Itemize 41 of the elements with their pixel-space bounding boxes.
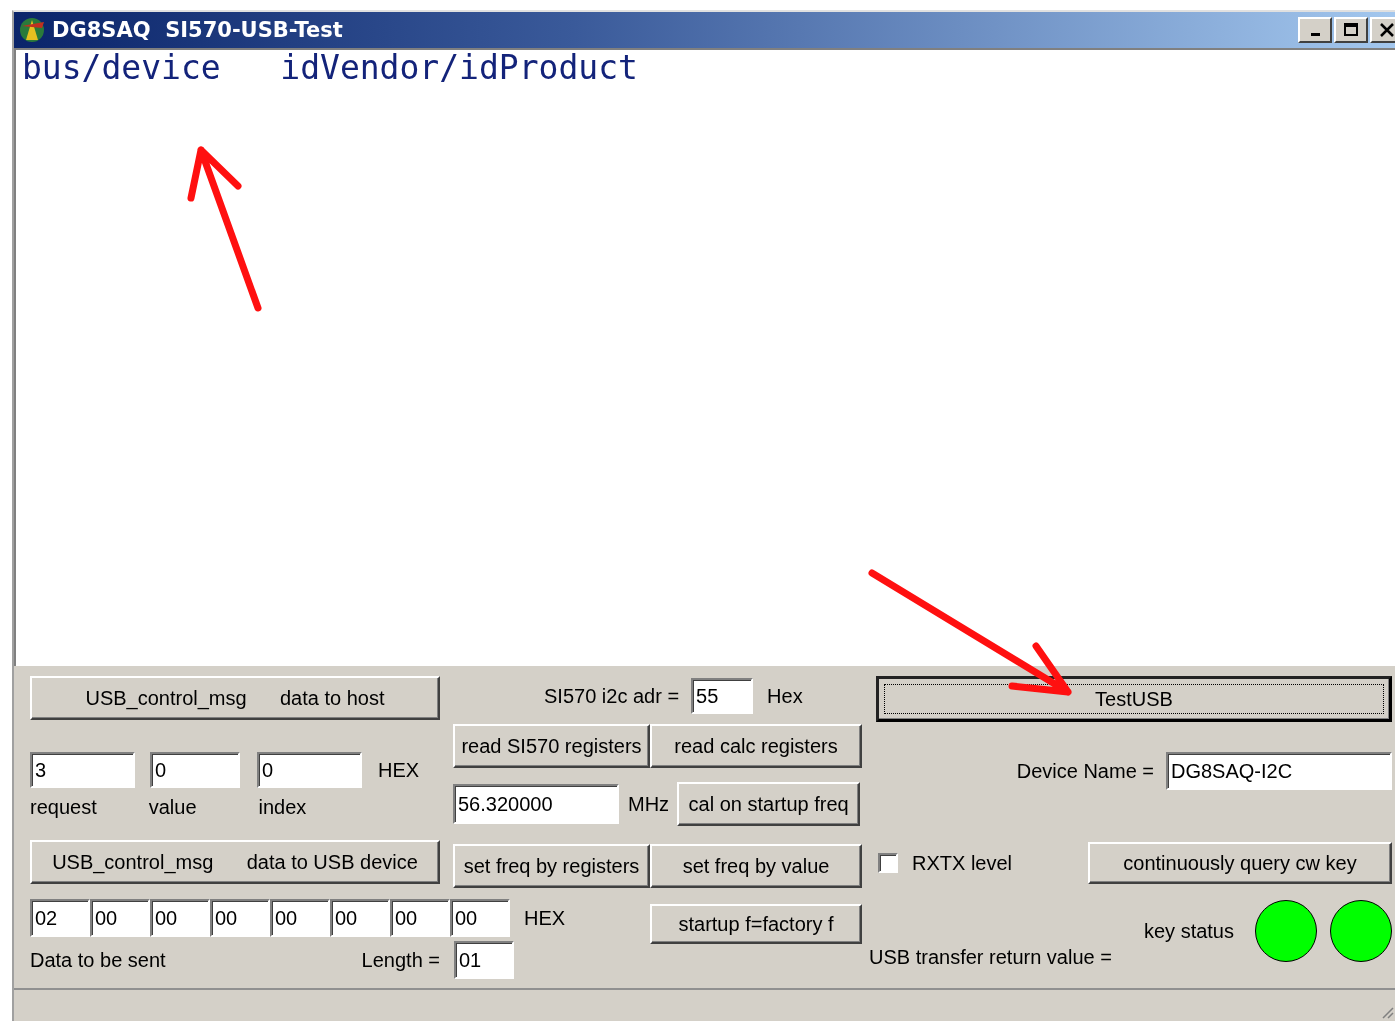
input-field[interactable]: 00 xyxy=(270,899,330,937)
device-name-field[interactable]: DG8SAQ-I2C xyxy=(1166,752,1392,790)
field-label: Length = xyxy=(361,948,440,972)
length-field[interactable]: 01 xyxy=(454,941,514,979)
unit-label: HEX xyxy=(524,906,566,930)
field-label: index xyxy=(258,795,307,819)
control-msg-device-button[interactable]: USB_control_msg data to USB device xyxy=(30,840,440,884)
input-field[interactable]: 00 xyxy=(390,899,450,937)
input-field[interactable]: 3 xyxy=(30,752,135,788)
query-key-button[interactable]: continuously query cw key xyxy=(1088,842,1392,884)
test-usb-button[interactable]: TestUSB xyxy=(876,676,1392,722)
factory-frequency-button[interactable]: startup f=factory f xyxy=(650,904,862,944)
input-field[interactable]: 00 xyxy=(330,899,390,937)
input-field[interactable]: 00 xyxy=(150,899,210,937)
input-field[interactable]: 0 xyxy=(257,752,362,788)
field-label: value xyxy=(148,795,197,819)
address-field[interactable]: 55 xyxy=(691,678,754,714)
read-registers-button[interactable]: read SI570 registers xyxy=(453,724,650,768)
unit-label: MHz xyxy=(628,792,670,816)
input-field[interactable]: 00 xyxy=(90,899,150,937)
output-line: bus/device idVendor/idProduct xyxy=(22,50,639,86)
control-msg-host-button[interactable]: USB_control_msg data to host xyxy=(30,676,440,720)
set-frequency-button[interactable]: set freq by registers xyxy=(453,844,650,888)
unit-label: HEX xyxy=(378,758,420,782)
window-title: DG8SAQ SI570-USB-Test xyxy=(52,18,343,42)
return-value-label: USB transfer return value = xyxy=(869,946,1113,969)
set-frequency-button[interactable]: set freq by value xyxy=(650,844,862,888)
field-label: Device Name = xyxy=(1016,759,1154,783)
input-field[interactable]: 02 xyxy=(30,899,90,937)
field-label: Data to be sent xyxy=(30,948,166,972)
input-field[interactable]: 00 xyxy=(450,899,510,937)
frequency-field[interactable]: 56.320000 xyxy=(453,784,619,824)
field-label: SI570 i2c adr = xyxy=(544,684,680,708)
unit-label: Hex xyxy=(767,684,803,708)
field-label: request xyxy=(30,795,97,819)
checkbox-label: RXTX level xyxy=(912,851,1013,875)
read-registers-button[interactable]: read calc registers xyxy=(650,724,862,768)
input-field[interactable]: 0 xyxy=(150,752,240,788)
calibrate-button[interactable]: cal on startup freq xyxy=(677,782,861,826)
status-label: key status xyxy=(1143,919,1234,943)
input-field[interactable]: 00 xyxy=(210,899,270,937)
